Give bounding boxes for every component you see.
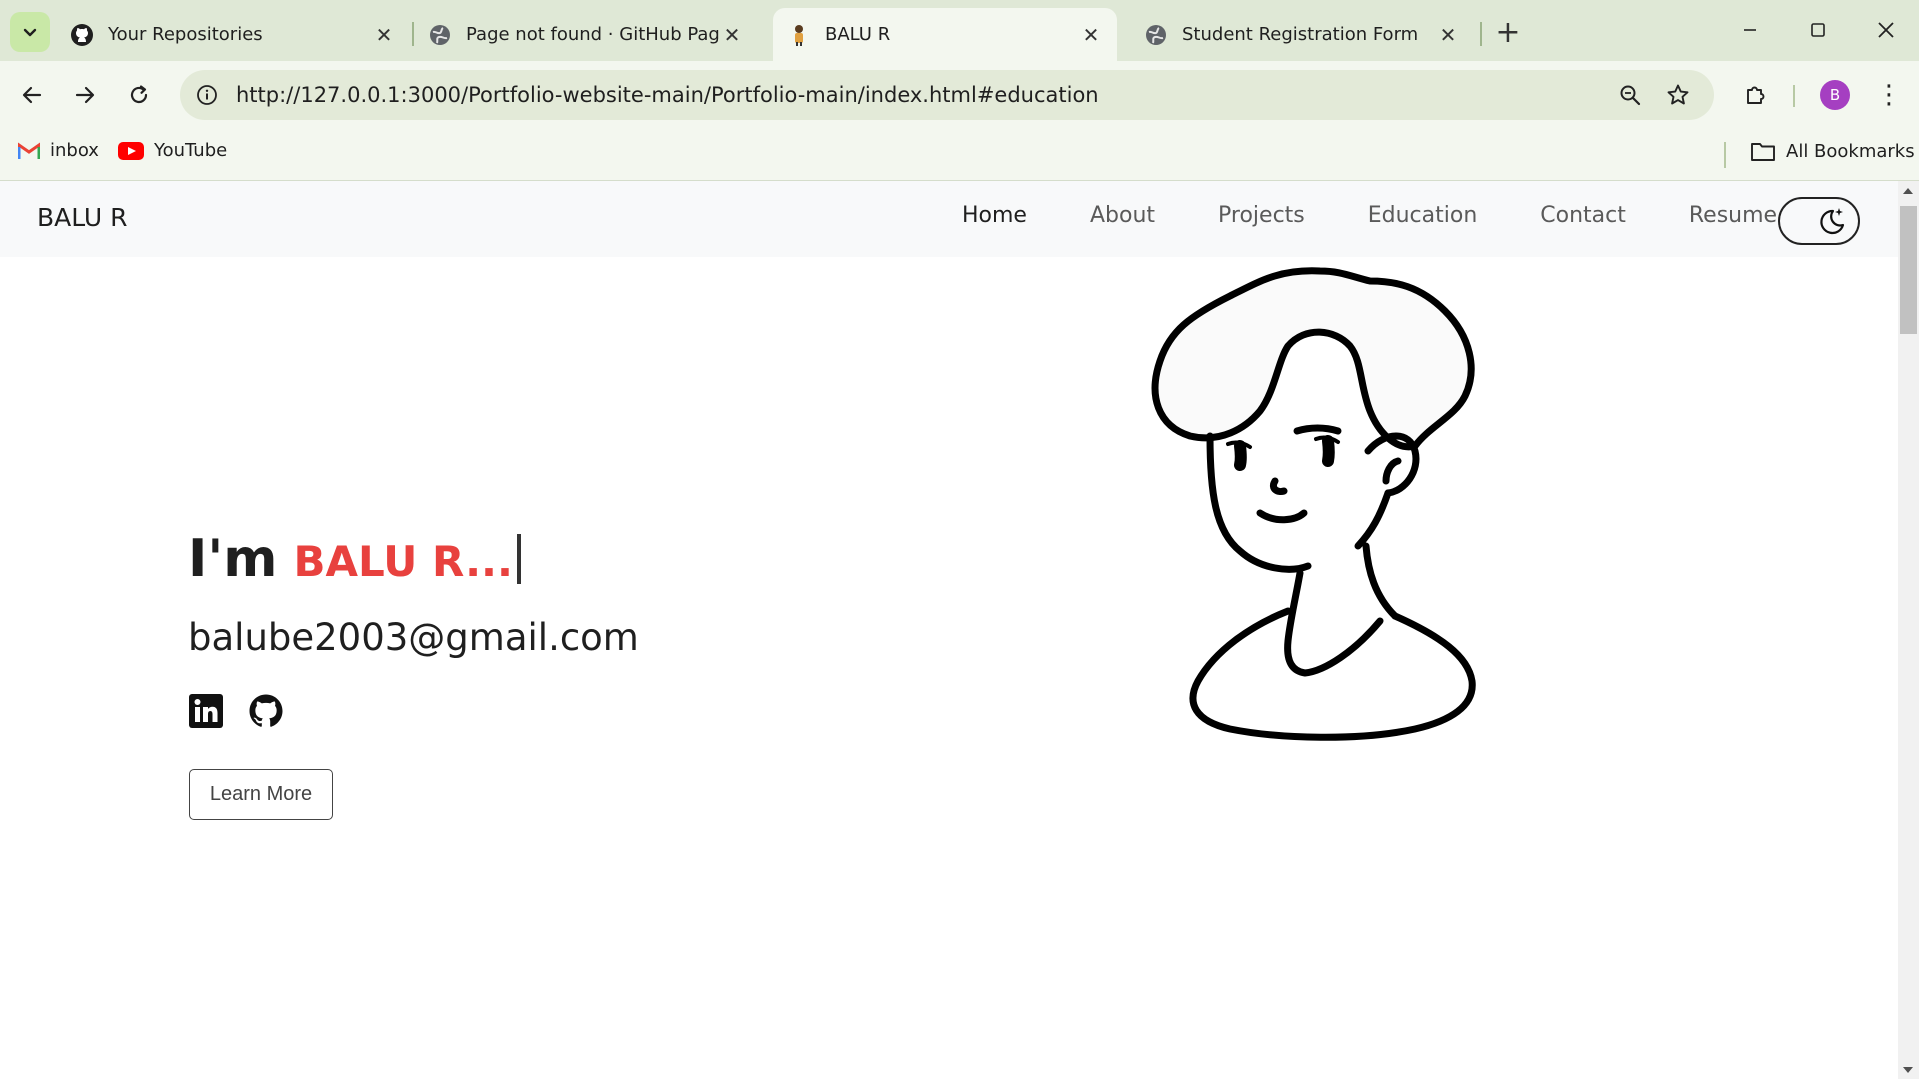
plus-icon: + (1495, 14, 1521, 50)
learn-more-button[interactable]: Learn More (189, 769, 333, 820)
person-favicon (787, 23, 811, 47)
close-icon[interactable]: ✕ (1079, 23, 1103, 47)
arrow-right-icon (75, 86, 95, 104)
nav-link-about[interactable]: About (1090, 203, 1155, 228)
minimize-button[interactable] (1722, 10, 1778, 50)
nav-link-contact[interactable]: Contact (1540, 203, 1626, 228)
scrollbar-thumb[interactable] (1900, 206, 1917, 334)
tab-your-repositories[interactable]: Your Repositories ✕ (56, 8, 410, 61)
scroll-down-arrow-icon[interactable] (1903, 1067, 1913, 1073)
bookmark-label: YouTube (154, 140, 228, 161)
bookmarks-divider (1724, 142, 1726, 168)
linkedin-icon[interactable] (188, 693, 224, 729)
toolbar-divider (1793, 85, 1795, 107)
back-button[interactable] (12, 75, 52, 115)
extensions-button[interactable] (1736, 75, 1776, 115)
close-icon (1878, 22, 1894, 38)
site-navbar: BALU R Home About Projects Education Con… (0, 181, 1898, 257)
puzzle-icon (1747, 86, 1765, 104)
gmail-icon (18, 141, 40, 160)
folder-icon (1750, 140, 1776, 162)
bookmark-star-icon[interactable] (1658, 75, 1698, 115)
avatar-illustration (1151, 267, 1476, 741)
close-icon[interactable]: ✕ (720, 23, 744, 47)
nav-link-home[interactable]: Home (962, 203, 1027, 228)
nav-link-education[interactable]: Education (1368, 203, 1478, 228)
github-icon (70, 23, 94, 47)
typing-caret (516, 534, 521, 584)
bookmark-label: inbox (50, 140, 99, 161)
tab-strip: Your Repositories ✕ Page not found · Git… (0, 0, 1919, 61)
page-scrollbar[interactable] (1898, 181, 1919, 1079)
bookmark-inbox[interactable]: inbox (18, 140, 99, 161)
close-icon[interactable]: ✕ (1436, 23, 1460, 47)
globe-icon (1144, 23, 1168, 47)
tab-student-registration[interactable]: Student Registration Form ✕ (1130, 8, 1474, 61)
site-info-icon[interactable] (190, 78, 224, 112)
hero-heading: I'm BALU R... (188, 526, 521, 589)
tab-title: Student Registration Form (1182, 24, 1419, 45)
scroll-up-arrow-icon[interactable] (1903, 188, 1913, 194)
nav-link-projects[interactable]: Projects (1218, 203, 1305, 228)
forward-button[interactable] (65, 75, 105, 115)
maximize-icon (1811, 23, 1825, 37)
globe-icon (428, 23, 452, 47)
site-brand[interactable]: BALU R (37, 203, 128, 232)
social-links (188, 693, 308, 729)
new-tab-button[interactable]: + (1490, 14, 1526, 50)
hero-typed-name: BALU R... (293, 537, 513, 586)
reload-icon (130, 85, 148, 104)
site-nav-links: Home About Projects Education Contact Re… (962, 203, 1840, 228)
tab-title: BALU R (825, 24, 891, 45)
browser-chrome: Your Repositories ✕ Page not found · Git… (0, 0, 1919, 181)
arrow-left-icon (22, 86, 42, 104)
bookmarks-bar: inbox YouTube All Bookmarks (0, 128, 1919, 181)
tab-search-button[interactable] (10, 12, 50, 52)
tab-title: Your Repositories (108, 24, 263, 45)
zoom-icon[interactable] (1610, 75, 1650, 115)
address-bar[interactable]: http://127.0.0.1:3000/Portfolio-website-… (180, 70, 1714, 120)
tab-page-not-found[interactable]: Page not found · GitHub Pages ✕ (414, 8, 758, 61)
tab-divider (1480, 22, 1482, 46)
page-viewport: BALU R Home About Projects Education Con… (0, 181, 1898, 1079)
all-bookmarks-label: All Bookmarks (1786, 140, 1915, 162)
browser-toolbar: http://127.0.0.1:3000/Portfolio-website-… (0, 61, 1919, 128)
moon-stars-icon (1820, 208, 1845, 235)
theme-toggle-button[interactable] (1778, 197, 1860, 245)
github-icon[interactable] (248, 693, 284, 729)
close-icon[interactable]: ✕ (372, 23, 396, 47)
maximize-button[interactable] (1790, 10, 1846, 50)
minimize-icon (1744, 29, 1756, 31)
nav-link-resume[interactable]: Resume (1689, 203, 1777, 228)
chevron-down-icon (23, 28, 37, 37)
menu-icon[interactable]: ⋮ (1871, 75, 1907, 115)
all-bookmarks-button[interactable]: All Bookmarks (1750, 140, 1915, 162)
hero-prefix: I'm (188, 529, 278, 589)
url-text[interactable]: http://127.0.0.1:3000/Portfolio-website-… (236, 83, 1099, 107)
bookmark-youtube[interactable]: YouTube (118, 140, 227, 161)
close-window-button[interactable] (1858, 10, 1914, 50)
youtube-icon (118, 141, 144, 160)
hero-email: balube2003@gmail.com (188, 616, 639, 659)
tab-title: Page not found · GitHub Pages (466, 24, 720, 45)
reload-button[interactable] (119, 75, 159, 115)
tab-balu-r[interactable]: BALU R ✕ (773, 8, 1117, 61)
profile-avatar[interactable]: B (1820, 80, 1850, 110)
